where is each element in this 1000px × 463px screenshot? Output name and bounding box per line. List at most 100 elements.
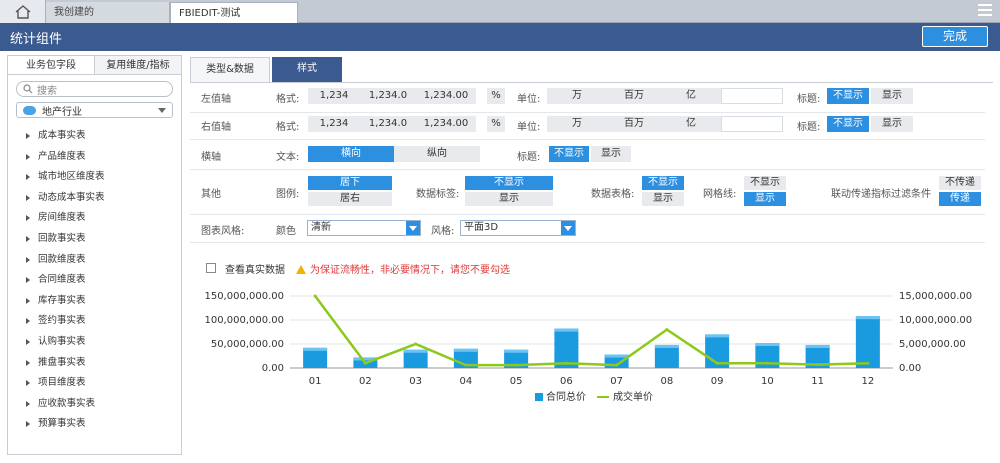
tree-item[interactable]: 推盘事实表 [8,353,181,374]
chevron-down-icon [561,221,575,235]
bar-top [855,316,880,320]
legend-bottom-option[interactable]: 居下 [308,176,392,190]
tree-item[interactable]: 预算事实表 [8,414,181,435]
title-show-option[interactable]: 显示 [871,116,913,132]
data-table-label: 数据表格: [591,189,635,200]
style-value: 平面3D [464,222,499,233]
text-horizontal-option[interactable]: 横向 [308,146,394,162]
bar-top [654,344,679,348]
color-select[interactable]: 清新 [307,220,421,236]
tree-item[interactable]: 签约事实表 [8,311,181,332]
search-icon [23,84,33,94]
format-1234-0[interactable]: 1,234.0 [360,116,416,132]
home-tab[interactable] [0,0,46,23]
unit-wan[interactable]: 万 [547,88,607,104]
tree-item[interactable]: 库存事实表 [8,291,181,312]
unit-custom-input[interactable] [721,88,783,104]
unit-wan[interactable]: 万 [547,116,607,132]
menu-icon[interactable] [978,4,992,16]
legend-label: 合同总价 [546,390,586,403]
title-show-option[interactable]: 显示 [591,146,631,162]
tree-item[interactable]: 回款事实表 [8,229,181,250]
done-button[interactable]: 完成 [922,26,988,47]
style-label: 风格: [431,226,455,237]
format-1234[interactable]: 1,234 [308,88,360,104]
tab-reuse-dimension[interactable]: 复用维度/指标 [95,56,181,74]
tree-item[interactable]: 项目维度表 [8,373,181,394]
format-percent[interactable]: % [487,116,505,132]
tree-item[interactable]: 应收款事实表 [8,394,181,415]
tab-type-data[interactable]: 类型&数据 [190,57,270,82]
legend-right-option[interactable]: 居右 [308,192,392,206]
tree-item[interactable]: 产品维度表 [8,147,181,168]
table-tree: 成本事实表 产品维度表 城市地区维度表 动态成本事实表 房间维度表 回款事实表 … [8,126,181,435]
data-table-show-option[interactable]: 显示 [642,192,684,206]
unit-baiwan[interactable]: 百万 [607,88,661,104]
data-label-show-option[interactable]: 显示 [465,192,553,206]
warning-text: 为保证流畅性，非必要情况下，请您不要勾选 [310,265,510,276]
package-label: 地产行业 [42,106,82,118]
tree-item[interactable]: 动态成本事实表 [8,188,181,209]
grid-show-option[interactable]: 显示 [744,192,786,206]
tab-fbiedit[interactable]: FBIEDIT-测试 [170,2,298,23]
style-select[interactable]: 平面3D [460,220,576,236]
left-axis-label: 左值轴 [201,94,231,105]
unit-baiwan[interactable]: 百万 [607,116,661,132]
tab-style[interactable]: 样式 [272,57,342,82]
bar-top [453,348,478,352]
format-label: 格式: [276,94,300,105]
format-1234-0[interactable]: 1,234.0 [360,88,416,104]
unit-custom-input[interactable] [721,116,783,132]
page-header: 统计组件 完成 [0,23,1000,51]
title-show-option[interactable]: 显示 [871,88,913,104]
right-tick-label: 0.00 [899,363,921,374]
format-1234-00[interactable]: 1,234.00 [416,116,476,132]
package-select[interactable]: 地产行业 [16,102,173,118]
line-point [715,361,719,365]
line-point [514,363,518,367]
tree-item[interactable]: 城市地区维度表 [8,167,181,188]
bar-top [805,344,830,348]
chevron-down-icon [158,108,166,113]
bar [855,316,880,368]
bar-top [705,334,730,338]
format-percent[interactable]: % [487,88,505,104]
search-input[interactable]: 搜索 [16,81,173,97]
line-point [866,361,870,365]
grid-hide-option[interactable]: 不显示 [744,176,786,190]
format-1234[interactable]: 1,234 [308,116,360,132]
tree-item[interactable]: 认购事实表 [8,332,181,353]
tree-item[interactable]: 成本事实表 [8,126,181,147]
tree-item[interactable]: 合同维度表 [8,270,181,291]
unit-yi[interactable]: 亿 [661,116,721,132]
linkage-label: 联动传递指标过滤条件 [831,189,931,200]
title-hide-option[interactable]: 不显示 [827,88,869,104]
x-tick-label: 01 [309,376,322,387]
text-vertical-option[interactable]: 纵向 [394,146,480,162]
x-tick-label: 06 [560,376,573,387]
real-data-checkbox[interactable] [206,263,216,273]
linkage-no-option[interactable]: 不传递 [939,176,981,190]
right-axis-row: 右值轴 格式: 1,234 1,234.0 1,234.00 % 单位: 万 百… [190,116,985,134]
x-tick-label: 03 [409,376,422,387]
title-hide-option[interactable]: 不显示 [549,146,589,162]
unit-yi[interactable]: 亿 [661,88,721,104]
format-1234-00[interactable]: 1,234.00 [416,88,476,104]
unit-label: 单位: [517,94,541,105]
tab-my-created[interactable]: 我创建的 [46,2,170,23]
real-data-label: 查看真实数据 [225,265,285,276]
data-label-hide-option[interactable]: 不显示 [465,176,553,190]
title-hide-option[interactable]: 不显示 [827,116,869,132]
left-tick-label: 150,000,000.00 [204,291,284,302]
tree-item[interactable]: 房间维度表 [8,208,181,229]
tree-item[interactable]: 回款维度表 [8,250,181,271]
data-table-hide-option[interactable]: 不显示 [642,176,684,190]
tab-business-fields[interactable]: 业务包字段 [8,56,95,74]
x-tick-label: 09 [711,376,724,387]
title-label: 标题: [797,122,821,133]
line-point [615,363,619,367]
linkage-yes-option[interactable]: 传递 [939,192,981,206]
unit-label: 单位: [517,122,541,133]
right-axis-label: 右值轴 [201,122,231,133]
left-tick-label: 0.00 [262,363,284,374]
